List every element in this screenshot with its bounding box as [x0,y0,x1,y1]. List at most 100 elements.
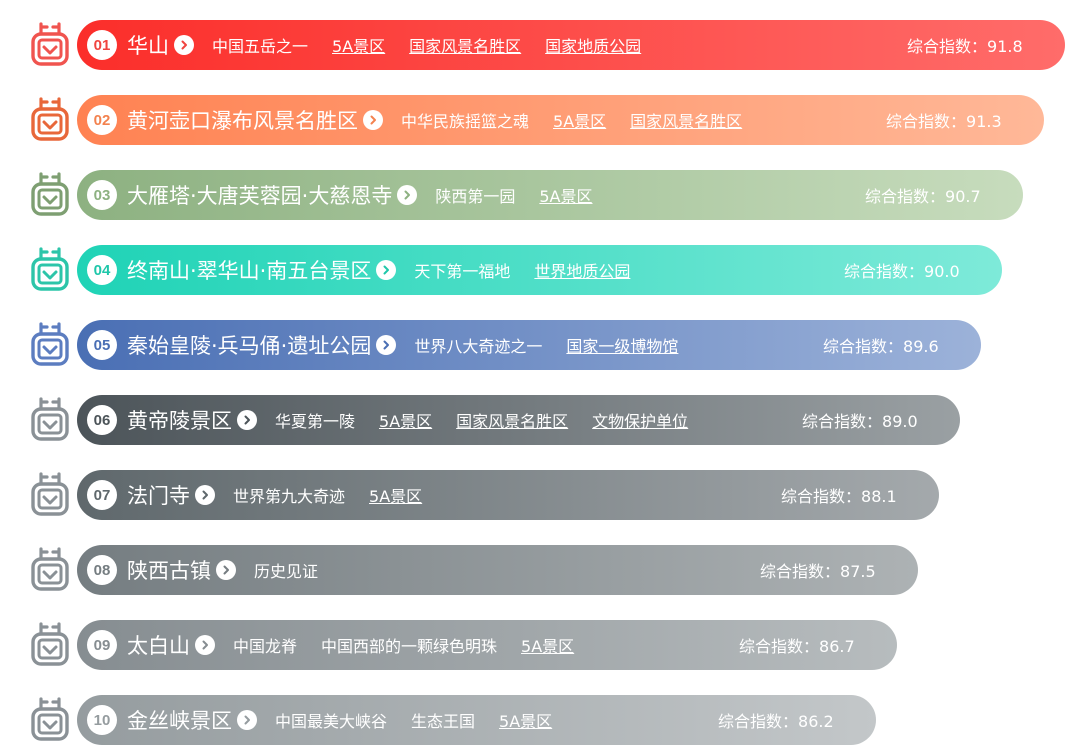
score-text: 综合指数：90.7 [865,183,981,207]
tv-icon [31,247,69,291]
rank-bar[interactable]: 09 太白山 中国龙脊 中国西部的一颗绿色明珠 5A景区 综合指数：86.7 [77,620,897,670]
score-label: 综合指数： [907,37,988,56]
chevron-right-icon[interactable] [174,35,194,55]
tag-link[interactable]: 国家一级博物馆 [566,333,678,357]
tag-text: 世界八大奇迹之一 [414,337,543,356]
tag-link[interactable]: 5A景区 [539,183,592,207]
rank-bar[interactable]: 01 华山 中国五岳之一 5A景区 国家风景名胜区 国家地质公园 综合指数：91.8 [77,20,1065,70]
tag-text: 中国西部的一颗绿色明珠 [321,637,498,656]
tv-icon [31,97,69,141]
tv-icon [31,547,69,591]
tag-list: 中国龙脊 中国西部的一颗绿色明珠 5A景区 [233,633,598,657]
attraction-name[interactable]: 终南山·翠华山·南五台景区 [127,255,371,285]
score-label: 综合指数： [802,412,883,431]
score-label: 综合指数： [718,712,799,731]
tag-link[interactable]: 5A景区 [521,633,574,657]
chevron-right-icon[interactable] [237,710,257,730]
tag-text: 中国龙脊 [233,637,298,656]
score-value: 90.0 [924,262,960,281]
attraction-name[interactable]: 华山 [127,30,169,60]
rank-bar[interactable]: 04 终南山·翠华山·南五台景区 天下第一福地 世界地质公园 综合指数：90.0 [77,245,1002,295]
chevron-right-icon[interactable] [216,560,236,580]
rank-bar[interactable]: 10 金丝峡景区 中国最美大峡谷 生态王国 5A景区 综合指数：86.2 [77,695,876,745]
chevron-right-icon[interactable] [237,410,257,430]
tv-icon [31,322,69,366]
tag-link[interactable]: 世界地质公园 [534,258,630,282]
tag-text: 历史见证 [254,562,319,581]
chevron-right-icon[interactable] [376,260,397,280]
rank-bar[interactable]: 03 大雁塔·大唐芙蓉园·大慈恩寺 陕西第一园 5A景区 综合指数：90.7 [77,170,1023,220]
tag-text: 生态王国 [411,712,476,731]
tag-list: 华夏第一陵 5A景区 国家风景名胜区 文物保护单位 [275,408,712,432]
list-item: 08 陕西古镇 历史见证 综合指数：87.5 [0,545,1085,595]
tag-text: 中国五岳之一 [212,37,309,56]
rank-badge: 09 [87,630,117,660]
tag-list: 天下第一福地 世界地质公园 [414,258,654,282]
score-value: 89.0 [882,412,918,431]
score-value: 90.7 [945,187,981,206]
tag-link[interactable]: 国家风景名胜区 [630,108,742,132]
list-item: 04 终南山·翠华山·南五台景区 天下第一福地 世界地质公园 综合指数：90.0 [0,245,1085,295]
tag-link[interactable]: 5A景区 [369,483,422,507]
attraction-name[interactable]: 秦始皇陵·兵马俑·遗址公园 [127,330,371,360]
rank-bar[interactable]: 06 黄帝陵景区 华夏第一陵 5A景区 国家风景名胜区 文物保护单位 综合指数：89.0 [77,395,960,445]
list-item: 06 黄帝陵景区 华夏第一陵 5A景区 国家风景名胜区 文物保护单位 综合指数：89.0 [0,395,1085,445]
tag-link[interactable]: 5A景区 [379,408,432,432]
rank-badge: 06 [87,405,117,435]
tv-icon [31,22,69,66]
score-value: 89.6 [903,337,939,356]
tag-link[interactable]: 国家地质公园 [545,33,641,57]
tag-text: 世界第九大奇迹 [233,487,346,506]
tag-list: 陕西第一园 5A景区 [435,183,616,207]
chevron-right-icon[interactable] [195,485,215,505]
tv-icon [31,397,69,441]
list-item: 10 金丝峡景区 中国最美大峡谷 生态王国 5A景区 综合指数：86.2 [0,695,1085,745]
score-text: 综合指数：88.1 [781,483,897,507]
tag-link[interactable]: 5A景区 [499,708,552,732]
score-label: 综合指数： [886,112,967,131]
tag-link[interactable]: 5A景区 [332,33,385,57]
rank-bar[interactable]: 05 秦始皇陵·兵马俑·遗址公园 世界八大奇迹之一 国家一级博物馆 综合指数：89.6 [77,320,981,370]
chevron-right-icon[interactable] [195,635,215,655]
score-label: 综合指数： [865,187,946,206]
chevron-right-icon[interactable] [363,110,383,130]
rank-badge: 07 [87,480,117,510]
attraction-name[interactable]: 陕西古镇 [127,555,211,585]
attraction-name[interactable]: 黄河壶口瀑布风景名胜区 [127,105,358,135]
chevron-right-icon[interactable] [376,335,397,355]
rank-badge: 02 [87,105,117,135]
attraction-name[interactable]: 黄帝陵景区 [127,405,232,435]
rank-badge: 05 [87,330,117,360]
tag-link[interactable]: 文物保护单位 [592,408,688,432]
tag-text: 陕西第一园 [435,187,516,206]
rank-bar[interactable]: 02 黄河壶口瀑布风景名胜区 中华民族摇篮之魂 5A景区 国家风景名胜区 综合指数：91.… [77,95,1044,145]
score-value: 87.5 [840,562,876,581]
attraction-name[interactable]: 大雁塔·大唐芙蓉园·大慈恩寺 [127,180,392,210]
score-label: 综合指数： [781,487,862,506]
tag-link[interactable]: 5A景区 [553,108,606,132]
chevron-right-icon[interactable] [397,185,418,205]
score-text: 综合指数：91.8 [907,33,1023,57]
tag-list: 历史见证 [254,558,342,582]
tag-list: 中国最美大峡谷 生态王国 5A景区 [275,708,576,732]
rank-bar[interactable]: 07 法门寺 世界第九大奇迹 5A景区 综合指数：88.1 [77,470,939,520]
tag-text: 天下第一福地 [414,262,511,281]
tag-link[interactable]: 国家风景名胜区 [456,408,568,432]
rank-badge: 04 [87,255,117,285]
rank-bar[interactable]: 08 陕西古镇 历史见证 综合指数：87.5 [77,545,918,595]
score-value: 86.2 [798,712,834,731]
tv-icon [31,622,69,666]
tv-icon [31,697,69,741]
attraction-name[interactable]: 太白山 [127,630,190,660]
list-item: 02 黄河壶口瀑布风景名胜区 中华民族摇篮之魂 5A景区 国家风景名胜区 综合指数：91.… [0,95,1085,145]
rank-badge: 08 [87,555,117,585]
attraction-name[interactable]: 金丝峡景区 [127,705,232,735]
tv-icon [31,172,69,216]
score-value: 91.3 [966,112,1002,131]
list-item: 03 大雁塔·大唐芙蓉园·大慈恩寺 陕西第一园 5A景区 综合指数：90.7 [0,170,1085,220]
score-text: 综合指数：87.5 [760,558,876,582]
score-text: 综合指数：86.7 [739,633,855,657]
tag-list: 世界第九大奇迹 5A景区 [233,483,446,507]
tag-link[interactable]: 国家风景名胜区 [409,33,521,57]
attraction-name[interactable]: 法门寺 [127,480,190,510]
